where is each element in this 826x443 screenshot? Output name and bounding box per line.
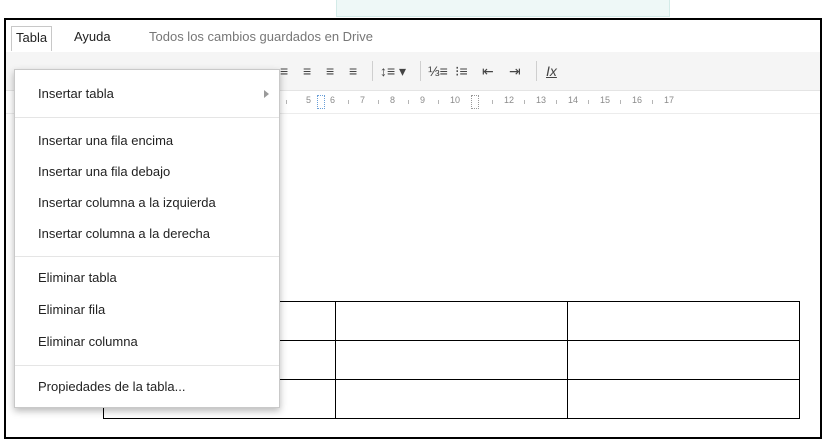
menu-item-label: Eliminar tabla bbox=[38, 270, 117, 285]
menu-item-eliminar-columna[interactable]: Eliminar columna bbox=[15, 330, 279, 354]
menu-item-label: Propiedades de la tabla... bbox=[38, 379, 186, 394]
menu-item-insertar-fila-encima[interactable]: Insertar una fila encima bbox=[15, 129, 279, 153]
menu-ayuda[interactable]: Ayuda bbox=[70, 26, 115, 48]
menu-bar: Tabla Ayuda Todos los cambios guardados … bbox=[6, 20, 820, 52]
menu-item-label: Insertar una fila encima bbox=[38, 133, 174, 148]
menu-item-insertar-columna-izquierda[interactable]: Insertar columna a la izquierda bbox=[15, 191, 279, 215]
column-marker[interactable] bbox=[471, 95, 479, 109]
submenu-arrow-icon bbox=[264, 90, 269, 98]
numbered-list-icon[interactable]: ⅓≡ bbox=[428, 62, 448, 80]
ruler-number: 12 bbox=[504, 95, 515, 105]
ruler-tick bbox=[620, 100, 621, 104]
menu-item-insertar-columna-derecha[interactable]: Insertar columna a la derecha bbox=[15, 222, 279, 246]
ruler-tick bbox=[438, 100, 439, 104]
table-cell[interactable] bbox=[335, 379, 568, 419]
menu-item-propiedades-tabla[interactable]: Propiedades de la tabla... bbox=[15, 375, 279, 399]
table-cell[interactable] bbox=[335, 301, 568, 341]
align-left-icon[interactable]: ≡ bbox=[280, 62, 288, 80]
top-tab bbox=[336, 0, 670, 17]
ruler-number: 6 bbox=[330, 95, 336, 105]
menu-item-label: Eliminar fila bbox=[38, 302, 106, 317]
ruler-number: 15 bbox=[600, 95, 611, 105]
save-status: Todos los cambios guardados en Drive bbox=[149, 29, 374, 44]
bulleted-list-icon[interactable]: ⁝≡ bbox=[455, 62, 468, 80]
menu-item-eliminar-fila[interactable]: Eliminar fila bbox=[15, 298, 279, 322]
ruler-number: 14 bbox=[568, 95, 579, 105]
menu-separator bbox=[15, 256, 279, 257]
ruler-tick bbox=[378, 100, 379, 104]
clear-formatting-icon[interactable]: Ix bbox=[546, 62, 557, 80]
decrease-indent-icon[interactable]: ⇤ bbox=[482, 62, 494, 80]
align-right-icon[interactable]: ≡ bbox=[326, 62, 334, 80]
ruler-tick bbox=[588, 100, 589, 104]
indent-marker[interactable] bbox=[317, 95, 325, 109]
menu-item-insertar-fila-debajo[interactable]: Insertar una fila debajo bbox=[15, 160, 279, 184]
ruler-number: 17 bbox=[664, 95, 675, 105]
toolbar-separator bbox=[420, 61, 421, 81]
app-frame: Tabla Ayuda Todos los cambios guardados … bbox=[4, 18, 822, 439]
ruler-number: 16 bbox=[632, 95, 643, 105]
menu-item-label: Insertar columna a la izquierda bbox=[38, 195, 216, 210]
menu-item-label: Insertar una fila debajo bbox=[38, 164, 171, 179]
ruler-tick bbox=[524, 100, 525, 104]
menu-item-label: Insertar tabla bbox=[38, 86, 114, 101]
tabla-dropdown-menu: Insertar tabla Insertar una fila encima … bbox=[14, 69, 280, 408]
ruler-tick bbox=[408, 100, 409, 104]
ruler-number: 13 bbox=[536, 95, 547, 105]
menu-separator bbox=[15, 365, 279, 366]
ruler-tick bbox=[286, 100, 287, 104]
table-cell[interactable] bbox=[567, 379, 800, 419]
align-center-icon[interactable]: ≡ bbox=[303, 62, 311, 80]
ruler-tick bbox=[348, 100, 349, 104]
table-cell[interactable] bbox=[567, 301, 800, 341]
ruler-number: 5 bbox=[306, 95, 312, 105]
menu-item-insertar-tabla[interactable]: Insertar tabla bbox=[15, 82, 279, 106]
increase-indent-icon[interactable]: ⇥ bbox=[509, 62, 521, 80]
line-spacing-icon[interactable]: ↕≡ ▾ bbox=[380, 62, 406, 80]
ruler-number: 7 bbox=[360, 95, 366, 105]
toolbar-separator bbox=[536, 61, 537, 81]
align-justify-icon[interactable]: ≡ bbox=[349, 62, 357, 80]
ruler-tick bbox=[652, 100, 653, 104]
menu-item-label: Eliminar columna bbox=[38, 334, 138, 349]
table-cell[interactable] bbox=[335, 340, 568, 380]
menu-item-label: Insertar columna a la derecha bbox=[38, 226, 210, 241]
toolbar-separator bbox=[372, 61, 373, 81]
menu-separator bbox=[15, 117, 279, 118]
menu-item-eliminar-tabla[interactable]: Eliminar tabla bbox=[15, 266, 279, 290]
table-cell[interactable] bbox=[567, 340, 800, 380]
ruler-number: 10 bbox=[450, 95, 461, 105]
ruler-number: 9 bbox=[420, 95, 426, 105]
ruler-tick bbox=[492, 100, 493, 104]
menu-tabla[interactable]: Tabla bbox=[11, 26, 53, 51]
ruler-tick bbox=[556, 100, 557, 104]
ruler-number: 8 bbox=[390, 95, 396, 105]
